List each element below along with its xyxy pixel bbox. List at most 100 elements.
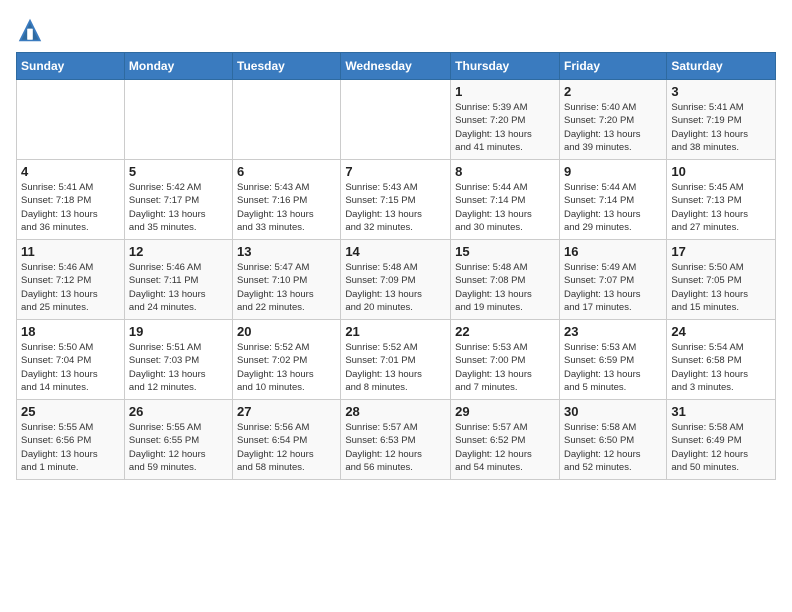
day-number: 19	[129, 324, 228, 339]
calendar-cell: 18 Sunrise: 5:50 AM Sunset: 7:04 PM Dayli…	[17, 320, 125, 400]
day-number: 12	[129, 244, 228, 259]
calendar-header-row: SundayMondayTuesdayWednesdayThursdayFrid…	[17, 53, 776, 80]
day-info: Sunrise: 5:54 AM Sunset: 6:58 PM Dayligh…	[671, 341, 771, 394]
day-number: 22	[455, 324, 555, 339]
day-number: 26	[129, 404, 228, 419]
day-info: Sunrise: 5:43 AM Sunset: 7:15 PM Dayligh…	[345, 181, 446, 234]
day-info: Sunrise: 5:46 AM Sunset: 7:11 PM Dayligh…	[129, 261, 228, 314]
day-info: Sunrise: 5:48 AM Sunset: 7:08 PM Dayligh…	[455, 261, 555, 314]
day-info: Sunrise: 5:49 AM Sunset: 7:07 PM Dayligh…	[564, 261, 662, 314]
calendar-cell: 31 Sunrise: 5:58 AM Sunset: 6:49 PM Dayli…	[667, 400, 776, 480]
day-number: 29	[455, 404, 555, 419]
logo-icon	[16, 16, 44, 44]
day-number: 27	[237, 404, 336, 419]
day-info: Sunrise: 5:42 AM Sunset: 7:17 PM Dayligh…	[129, 181, 228, 234]
header-saturday: Saturday	[667, 53, 776, 80]
calendar-table: SundayMondayTuesdayWednesdayThursdayFrid…	[16, 52, 776, 480]
calendar-cell: 2 Sunrise: 5:40 AM Sunset: 7:20 PM Daylig…	[559, 80, 666, 160]
header-wednesday: Wednesday	[341, 53, 451, 80]
day-number: 28	[345, 404, 446, 419]
calendar-week-5: 25 Sunrise: 5:55 AM Sunset: 6:56 PM Dayli…	[17, 400, 776, 480]
calendar-week-1: 1 Sunrise: 5:39 AM Sunset: 7:20 PM Daylig…	[17, 80, 776, 160]
day-info: Sunrise: 5:53 AM Sunset: 7:00 PM Dayligh…	[455, 341, 555, 394]
day-info: Sunrise: 5:50 AM Sunset: 7:04 PM Dayligh…	[21, 341, 120, 394]
calendar-cell	[17, 80, 125, 160]
day-number: 9	[564, 164, 662, 179]
calendar-week-3: 11Sunrise: 5:46 AM Sunset: 7:12 PM Dayli…	[17, 240, 776, 320]
day-info: Sunrise: 5:55 AM Sunset: 6:56 PM Dayligh…	[21, 421, 120, 474]
day-number: 25	[21, 404, 120, 419]
calendar-cell: 29 Sunrise: 5:57 AM Sunset: 6:52 PM Dayli…	[451, 400, 560, 480]
day-number: 10	[671, 164, 771, 179]
calendar-cell	[341, 80, 451, 160]
calendar-cell: 20Sunrise: 5:52 AM Sunset: 7:02 PM Dayli…	[233, 320, 341, 400]
calendar-cell: 25 Sunrise: 5:55 AM Sunset: 6:56 PM Dayli…	[17, 400, 125, 480]
day-number: 16	[564, 244, 662, 259]
calendar-cell: 10 Sunrise: 5:45 AM Sunset: 7:13 PM Dayli…	[667, 160, 776, 240]
day-number: 4	[21, 164, 120, 179]
day-info: Sunrise: 5:48 AM Sunset: 7:09 PM Dayligh…	[345, 261, 446, 314]
day-info: Sunrise: 5:44 AM Sunset: 7:14 PM Dayligh…	[564, 181, 662, 234]
day-number: 1	[455, 84, 555, 99]
calendar-cell: 17 Sunrise: 5:50 AM Sunset: 7:05 PM Dayli…	[667, 240, 776, 320]
day-number: 20	[237, 324, 336, 339]
day-info: Sunrise: 5:47 AM Sunset: 7:10 PM Dayligh…	[237, 261, 336, 314]
day-number: 14	[345, 244, 446, 259]
day-info: Sunrise: 5:56 AM Sunset: 6:54 PM Dayligh…	[237, 421, 336, 474]
calendar-cell: 28 Sunrise: 5:57 AM Sunset: 6:53 PM Dayli…	[341, 400, 451, 480]
day-info: Sunrise: 5:40 AM Sunset: 7:20 PM Dayligh…	[564, 101, 662, 154]
header-tuesday: Tuesday	[233, 53, 341, 80]
calendar-cell: 30Sunrise: 5:58 AM Sunset: 6:50 PM Dayli…	[559, 400, 666, 480]
day-info: Sunrise: 5:55 AM Sunset: 6:55 PM Dayligh…	[129, 421, 228, 474]
calendar-cell: 14 Sunrise: 5:48 AM Sunset: 7:09 PM Dayli…	[341, 240, 451, 320]
day-number: 23	[564, 324, 662, 339]
header-friday: Friday	[559, 53, 666, 80]
day-info: Sunrise: 5:57 AM Sunset: 6:52 PM Dayligh…	[455, 421, 555, 474]
day-info: Sunrise: 5:57 AM Sunset: 6:53 PM Dayligh…	[345, 421, 446, 474]
calendar-cell: 4 Sunrise: 5:41 AM Sunset: 7:18 PM Daylig…	[17, 160, 125, 240]
day-number: 24	[671, 324, 771, 339]
day-info: Sunrise: 5:41 AM Sunset: 7:18 PM Dayligh…	[21, 181, 120, 234]
calendar-cell: 11Sunrise: 5:46 AM Sunset: 7:12 PM Dayli…	[17, 240, 125, 320]
day-number: 18	[21, 324, 120, 339]
calendar-week-2: 4 Sunrise: 5:41 AM Sunset: 7:18 PM Daylig…	[17, 160, 776, 240]
calendar-week-4: 18 Sunrise: 5:50 AM Sunset: 7:04 PM Dayli…	[17, 320, 776, 400]
day-number: 15	[455, 244, 555, 259]
calendar-cell: 1 Sunrise: 5:39 AM Sunset: 7:20 PM Daylig…	[451, 80, 560, 160]
day-info: Sunrise: 5:51 AM Sunset: 7:03 PM Dayligh…	[129, 341, 228, 394]
calendar-cell: 16 Sunrise: 5:49 AM Sunset: 7:07 PM Dayli…	[559, 240, 666, 320]
calendar-cell: 23Sunrise: 5:53 AM Sunset: 6:59 PM Dayli…	[559, 320, 666, 400]
calendar-cell	[233, 80, 341, 160]
header	[16, 16, 776, 44]
day-info: Sunrise: 5:41 AM Sunset: 7:19 PM Dayligh…	[671, 101, 771, 154]
header-monday: Monday	[124, 53, 232, 80]
day-info: Sunrise: 5:52 AM Sunset: 7:01 PM Dayligh…	[345, 341, 446, 394]
day-number: 13	[237, 244, 336, 259]
day-info: Sunrise: 5:39 AM Sunset: 7:20 PM Dayligh…	[455, 101, 555, 154]
calendar-cell: 5 Sunrise: 5:42 AM Sunset: 7:17 PM Daylig…	[124, 160, 232, 240]
day-number: 6	[237, 164, 336, 179]
day-number: 2	[564, 84, 662, 99]
header-sunday: Sunday	[17, 53, 125, 80]
day-info: Sunrise: 5:58 AM Sunset: 6:50 PM Dayligh…	[564, 421, 662, 474]
day-info: Sunrise: 5:44 AM Sunset: 7:14 PM Dayligh…	[455, 181, 555, 234]
calendar-cell: 24 Sunrise: 5:54 AM Sunset: 6:58 PM Dayli…	[667, 320, 776, 400]
header-thursday: Thursday	[451, 53, 560, 80]
calendar-cell: 15 Sunrise: 5:48 AM Sunset: 7:08 PM Dayli…	[451, 240, 560, 320]
calendar-cell: 12 Sunrise: 5:46 AM Sunset: 7:11 PM Dayli…	[124, 240, 232, 320]
calendar-cell: 9 Sunrise: 5:44 AM Sunset: 7:14 PM Daylig…	[559, 160, 666, 240]
day-number: 31	[671, 404, 771, 419]
day-info: Sunrise: 5:58 AM Sunset: 6:49 PM Dayligh…	[671, 421, 771, 474]
calendar-cell: 7 Sunrise: 5:43 AM Sunset: 7:15 PM Daylig…	[341, 160, 451, 240]
day-number: 3	[671, 84, 771, 99]
day-info: Sunrise: 5:45 AM Sunset: 7:13 PM Dayligh…	[671, 181, 771, 234]
calendar-cell: 6Sunrise: 5:43 AM Sunset: 7:16 PM Daylig…	[233, 160, 341, 240]
calendar-cell: 19 Sunrise: 5:51 AM Sunset: 7:03 PM Dayli…	[124, 320, 232, 400]
calendar-cell: 13 Sunrise: 5:47 AM Sunset: 7:10 PM Dayli…	[233, 240, 341, 320]
day-number: 7	[345, 164, 446, 179]
calendar-cell: 3 Sunrise: 5:41 AM Sunset: 7:19 PM Daylig…	[667, 80, 776, 160]
day-number: 5	[129, 164, 228, 179]
calendar-cell: 8Sunrise: 5:44 AM Sunset: 7:14 PM Daylig…	[451, 160, 560, 240]
day-number: 17	[671, 244, 771, 259]
day-info: Sunrise: 5:50 AM Sunset: 7:05 PM Dayligh…	[671, 261, 771, 314]
